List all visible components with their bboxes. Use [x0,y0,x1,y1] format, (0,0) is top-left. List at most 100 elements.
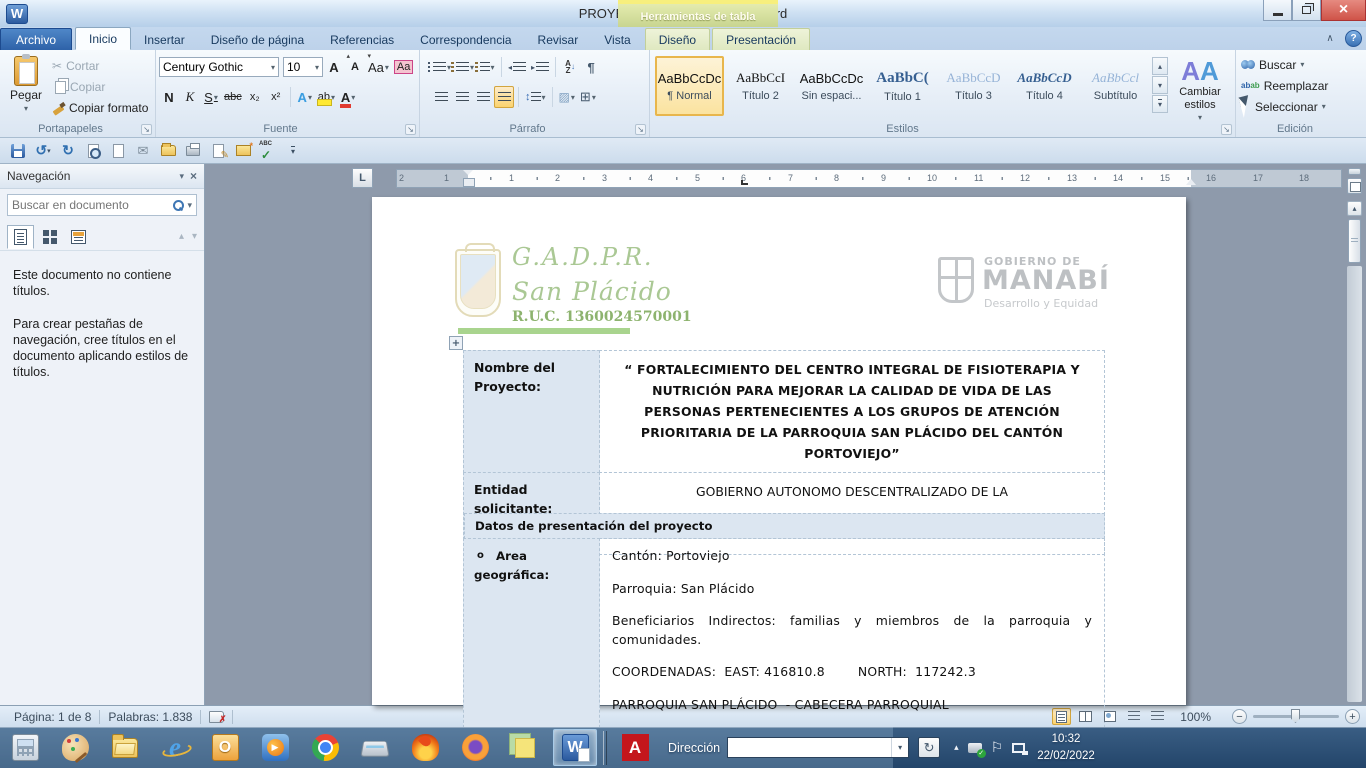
style-titulo-2[interactable]: AaBbCcI Título 2 [726,56,795,116]
clipboard-dialog-launcher[interactable]: ↘ [141,124,152,135]
redo-button[interactable]: ↻ [57,140,79,162]
taskbar-clock[interactable]: 10:32 22/02/2022 [1037,731,1095,764]
open-button[interactable] [157,140,179,162]
restore-button[interactable] [1292,0,1321,21]
zoom-slider-track[interactable] [1253,715,1339,718]
tab-referencias[interactable]: Referencias [317,29,407,50]
tab-correspondencia[interactable]: Correspondencia [407,29,524,50]
help-button[interactable]: ? [1345,30,1362,47]
bullets-button[interactable]: ▾ [431,56,453,78]
highlight-button[interactable]: ab▾ [316,86,337,108]
paragraph-dialog-launcher[interactable]: ↘ [635,124,646,135]
minimize-button[interactable] [1263,0,1292,21]
tab-archivo[interactable]: Archivo [0,28,72,50]
zoom-in-button[interactable]: + [1345,709,1360,724]
tab-inicio[interactable]: Inicio [75,27,131,50]
tab-insertar[interactable]: Insertar [131,29,198,50]
taskbar-chrome[interactable] [303,729,347,766]
address-combo[interactable]: ▾ [727,737,909,758]
presentation-header-cell[interactable]: Datos de presentación del proyecto [464,513,1105,539]
geographic-area-value-cell[interactable]: Cantón: Portoviejo Parroquia: San Plácid… [599,538,1105,738]
text-effects-button[interactable]: A▾ [295,86,315,108]
font-family-combo[interactable]: Century Gothic ▾ [159,57,279,77]
outline-view-button[interactable] [1124,708,1143,725]
justify-button[interactable] [494,86,514,108]
italic-button[interactable]: K [180,86,200,108]
subscript-button[interactable]: x₂ [245,86,265,108]
collapse-ribbon-button[interactable]: ∧ [1321,30,1339,47]
change-case-button[interactable]: Aa▾ [366,56,391,78]
show-hidden-icons-button[interactable]: ▴ [954,742,959,753]
address-go-button[interactable]: ↻ [918,737,940,758]
scrollbar-track[interactable] [1347,266,1362,702]
search-options-dropdown[interactable]: ▾ [187,200,192,211]
underline-button[interactable]: S▾ [201,86,221,108]
undo-button[interactable]: ↺▾ [32,140,54,162]
styles-more-button[interactable]: ▾ [1152,95,1168,113]
shrink-font-button[interactable]: A▾ [345,56,365,78]
superscript-button[interactable]: x² [266,86,286,108]
multilevel-list-button[interactable]: ▾ [477,56,497,78]
style-subtitulo[interactable]: AaBbCcl Subtítulo [1081,56,1150,116]
page-count-indicator[interactable]: Página: 1 de 8 [6,710,99,724]
taskbar-sticky-notes[interactable] [503,729,547,766]
styles-scroll-up-button[interactable]: ▴ [1152,57,1168,75]
numbering-button[interactable]: ▾ [454,56,476,78]
taskbar-adobe[interactable]: A [613,729,657,766]
title-bar[interactable]: W PROYECTO REAL - Microsoft Word Herrami… [0,0,1366,27]
network-tray-icon[interactable] [1012,743,1025,753]
search-input[interactable] [12,198,169,212]
taskbar-internet-explorer[interactable]: e [153,729,197,766]
tab-vista[interactable]: Vista [591,29,643,50]
sort-button[interactable]: AZ ↓ [560,56,580,78]
tab-presentacion-tabla[interactable]: Presentación [712,28,810,50]
cut-button[interactable]: ✂ Cortar [49,56,151,76]
qat-more-button[interactable]: ▾ [282,140,304,162]
style-titulo-4[interactable]: AaBbCcD Título 4 [1010,56,1079,116]
style-titulo-3[interactable]: AaBbCcD Título 3 [939,56,1008,116]
save-button[interactable] [7,140,29,162]
tab-diseno-pagina[interactable]: Diseño de página [198,29,317,50]
draft-view-button[interactable] [1148,708,1167,725]
document-page[interactable]: G.A.D.P.R. San Plácido R.U.C. 1360024570… [372,197,1186,705]
tab-diseno-tabla[interactable]: Diseño [645,28,710,50]
font-size-combo[interactable]: 10 ▾ [283,57,323,77]
replace-button[interactable]: abab Reemplazar [1239,75,1351,96]
copy-button[interactable]: Copiar [49,77,151,97]
increase-indent-button[interactable]: ▸ [529,56,551,78]
project-name-label-cell[interactable]: Nombre del Proyecto: [463,350,600,473]
tab-selector[interactable]: L [352,168,373,188]
scroll-up-button[interactable]: ▴ [1347,201,1362,216]
taskbar-word-active[interactable]: W [553,729,597,766]
split-window-handle[interactable] [1348,168,1361,175]
taskbar-scanner[interactable] [353,729,397,766]
usb-tray-icon[interactable] [968,743,982,753]
find-button[interactable]: Buscar ▾ [1239,54,1351,75]
font-dialog-launcher[interactable]: ↘ [405,124,416,135]
browse-headings-tab[interactable] [7,225,34,249]
strikethrough-button[interactable]: abc [222,86,244,108]
new-document-button[interactable] [107,140,129,162]
align-right-button[interactable] [473,86,493,108]
font-color-button[interactable]: A▾ [338,86,358,108]
bold-button[interactable]: N [159,86,179,108]
clear-formatting-button[interactable]: Aa [392,56,415,78]
styles-dialog-launcher[interactable]: ↘ [1221,124,1232,135]
style-sin-espaciado[interactable]: AaBbCcDc Sin espaci... [797,56,866,116]
browse-pages-tab[interactable] [36,225,63,249]
geographic-area-label-cell[interactable]: o Area geográfica: [463,538,600,738]
line-spacing-button[interactable]: ↕▾ [523,86,548,108]
address-input[interactable] [728,738,891,757]
taskbar-calculator[interactable] [3,729,47,766]
scrollbar-thumb[interactable] [1348,219,1361,263]
shading-button[interactable]: ▨▾ [557,86,577,108]
previous-result-button[interactable]: ▴ [179,231,184,242]
word-count-indicator[interactable]: Palabras: 1.838 [100,710,200,724]
align-left-button[interactable] [431,86,451,108]
style-titulo-1[interactable]: AaBbC( Título 1 [868,56,937,116]
document-search-box[interactable]: ▾ [7,194,197,216]
edit-document-button[interactable]: ✎ [207,140,229,162]
style-normal[interactable]: AaBbCcDc ¶ Normal [655,56,724,116]
print-preview-button[interactable] [82,140,104,162]
ruler-toggle-button[interactable] [1347,178,1362,194]
